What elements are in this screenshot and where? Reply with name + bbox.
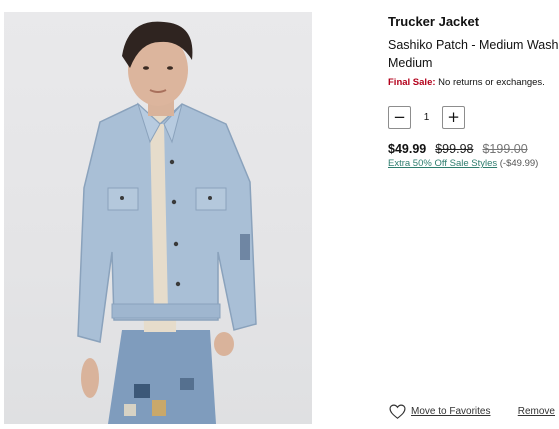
product-details: Trucker Jacket Sashiko Patch - Medium Wa… bbox=[388, 14, 559, 169]
minus-icon: − bbox=[393, 108, 406, 126]
plus-icon: + bbox=[447, 108, 460, 126]
product-image[interactable] bbox=[4, 12, 312, 424]
price-row: $49.99 $99.98 $199.00 bbox=[388, 142, 559, 156]
original-price: $199.00 bbox=[482, 142, 528, 156]
increase-quantity-button[interactable]: + bbox=[442, 106, 465, 129]
quantity-value: 1 bbox=[423, 112, 430, 123]
promo-savings: (-$49.99) bbox=[499, 158, 539, 169]
item-actions: Move to Favorites Remove bbox=[389, 404, 555, 419]
heart-outline-icon bbox=[389, 404, 406, 419]
model-photo bbox=[77, 21, 257, 424]
remove-button[interactable]: Remove bbox=[518, 406, 555, 417]
product-title[interactable]: Trucker Jacket bbox=[388, 14, 559, 30]
decrease-quantity-button[interactable]: − bbox=[388, 106, 411, 129]
product-subtitle: Sashiko Patch - Medium Wash bbox=[388, 38, 559, 52]
previous-price: $99.98 bbox=[435, 142, 474, 156]
move-to-favorites-label: Move to Favorites bbox=[411, 406, 491, 417]
final-sale-label: Final Sale: bbox=[388, 77, 436, 88]
cart-item: Trucker Jacket Sashiko Patch - Medium Wa… bbox=[0, 0, 559, 429]
quantity-stepper: − 1 + bbox=[388, 106, 559, 129]
move-to-favorites-button[interactable]: Move to Favorites bbox=[389, 404, 490, 419]
final-sale-text: No returns or exchanges. bbox=[438, 77, 545, 88]
promo-line: Extra 50% Off Sale Styles (-$49.99) bbox=[388, 158, 559, 169]
current-price: $49.99 bbox=[388, 142, 427, 156]
promo-link[interactable]: Extra 50% Off Sale Styles bbox=[388, 158, 497, 169]
final-sale-notice: Final Sale: No returns or exchanges. bbox=[388, 77, 559, 89]
product-size: Medium bbox=[388, 56, 433, 70]
